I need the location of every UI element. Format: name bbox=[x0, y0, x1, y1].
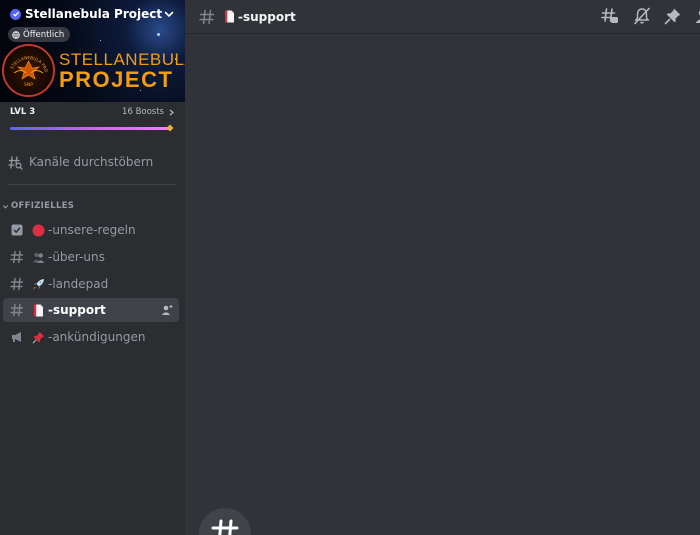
browse-channels-button[interactable]: Kanäle durchstöbern bbox=[8, 152, 178, 172]
pin-icon[interactable] bbox=[663, 6, 683, 26]
channel-ueber-uns[interactable]: -über-uns bbox=[3, 245, 179, 269]
channel-sidebar: Stellanebula Project Öffentlich STELLANE… bbox=[0, 0, 185, 535]
category-offizielles[interactable]: OFFIZIELLES bbox=[2, 201, 74, 211]
rocket-emoji bbox=[33, 278, 44, 290]
sidebar-divider bbox=[8, 184, 177, 185]
page-emoji bbox=[225, 10, 234, 23]
people-emoji bbox=[32, 252, 45, 263]
boost-progress-fill bbox=[10, 127, 172, 130]
boost-count-link[interactable]: 16 Boosts bbox=[122, 107, 175, 117]
hashtag-icon bbox=[199, 9, 215, 24]
channel-label: -über-uns bbox=[48, 250, 105, 264]
chevron-down-icon[interactable] bbox=[163, 8, 175, 20]
page-emoji bbox=[34, 304, 43, 316]
channel-label: -unsere-regeln bbox=[48, 223, 136, 237]
channel-landepad[interactable]: -landepad bbox=[3, 272, 179, 296]
server-logo-emblem: STELLANEBULA PROJECT SNP bbox=[2, 44, 55, 97]
server-header[interactable]: Stellanebula Project bbox=[0, 0, 185, 28]
public-server-badge[interactable]: Öffentlich bbox=[8, 27, 71, 42]
server-banner[interactable]: Stellanebula Project Öffentlich STELLANE… bbox=[0, 0, 185, 102]
chevron-down-icon bbox=[2, 204, 9, 209]
channel-unsere-regeln[interactable]: -unsere-regeln bbox=[3, 218, 179, 242]
chevron-right-icon bbox=[169, 109, 174, 115]
globe-icon bbox=[12, 30, 20, 39]
hashtag-icon bbox=[10, 277, 24, 291]
boost-count: 16 Boosts bbox=[122, 107, 164, 117]
server-name: Stellanebula Project bbox=[25, 7, 163, 21]
channel-title: -support bbox=[238, 9, 296, 24]
threads-icon[interactable] bbox=[600, 6, 620, 26]
category-label: OFFIZIELLES bbox=[11, 201, 75, 211]
invite-member-icon[interactable] bbox=[161, 304, 173, 316]
hashtag-icon bbox=[10, 250, 24, 264]
banner-title-line2: PROJECT bbox=[59, 67, 174, 92]
boost-gem-icon bbox=[166, 124, 174, 132]
browse-channels-icon bbox=[8, 155, 23, 170]
channel-header: -support bbox=[185, 0, 700, 34]
channel-support[interactable]: -support bbox=[3, 298, 179, 322]
rules-checkbox-icon bbox=[11, 224, 23, 236]
boost-level: LVL 3 bbox=[10, 107, 36, 117]
announcement-icon bbox=[12, 332, 21, 342]
members-icon[interactable] bbox=[694, 6, 700, 26]
channel-label: -ankündigungen bbox=[48, 330, 146, 344]
channel-label: -landepad bbox=[48, 277, 109, 291]
mute-bell-icon[interactable] bbox=[632, 6, 652, 26]
browse-channels-label: Kanäle durchstöbern bbox=[29, 155, 154, 169]
boost-progress-bar bbox=[10, 124, 174, 132]
hashtag-icon bbox=[211, 519, 239, 535]
channel-label: -support bbox=[48, 303, 106, 317]
boost-status[interactable]: LVL 3 16 Boosts bbox=[10, 106, 175, 118]
emblem-initials: SNP bbox=[24, 82, 33, 88]
hashtag-icon bbox=[10, 303, 24, 317]
red-circle-emoji bbox=[32, 224, 45, 236]
channel-welcome-icon bbox=[199, 508, 251, 535]
channel-ankuendigungen[interactable]: -ankündigungen bbox=[3, 325, 179, 349]
public-label: Öffentlich bbox=[23, 29, 65, 40]
pushpin-emoji bbox=[32, 331, 45, 344]
verified-badge-icon bbox=[10, 8, 21, 20]
